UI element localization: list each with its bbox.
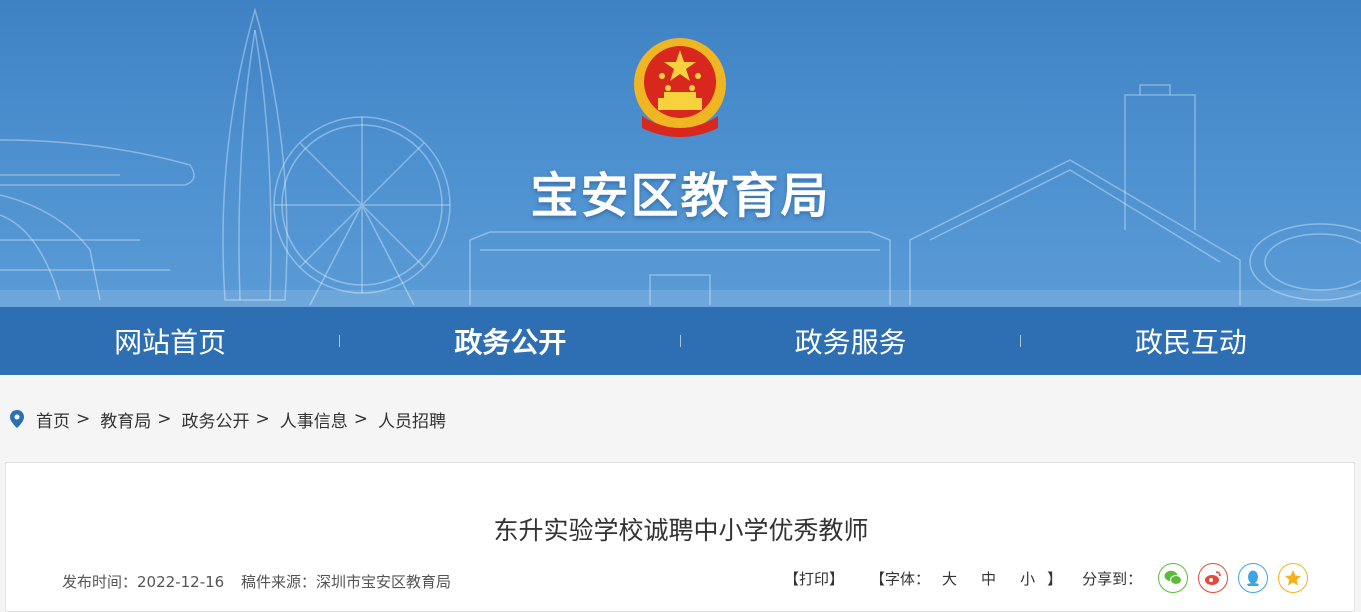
location-pin-icon [10,410,24,428]
weibo-icon [1205,571,1221,585]
nav-item-government-affairs[interactable]: 政务公开 [340,307,681,375]
nav-item-home[interactable]: 网站首页 [0,307,341,375]
source-label: 稿件来源： [240,573,316,591]
header-banner: 宝安区教育局 [0,0,1361,307]
nav-item-interaction[interactable]: 政民互动 [1021,307,1361,375]
site-title: 宝安区教育局 [530,168,831,224]
breadcrumb-personnel-info[interactable]: 人事信息 [280,407,348,432]
article-meta: 发布时间：2022-12-16 稿件来源：深圳市宝安区教育局 [62,571,463,592]
breadcrumb-home[interactable]: 首页 [36,407,70,432]
article-title: 东升实验学校诚聘中小学优秀教师 [493,516,869,545]
article-tools: 【打印】 【字体： 大 中 小 】 分享到： [784,563,1318,593]
nav-item-label: 政务公开 [454,326,567,359]
source: 深圳市宝安区教育局 [316,573,452,591]
print-button[interactable]: 【打印】 [784,568,844,589]
breadcrumb-separator: > [76,409,91,429]
share-qzone-button[interactable] [1278,563,1309,593]
nav-item-label: 政务服务 [794,326,907,359]
wechat-icon [1164,570,1183,585]
font-small-button[interactable]: 小 [1020,568,1035,589]
share-label: 分享到： [1082,569,1143,588]
qzone-icon [1285,570,1302,586]
national-emblem-icon [634,38,726,137]
share-wechat-button[interactable] [1158,563,1189,593]
nav-item-services[interactable]: 政务服务 [681,307,1021,375]
breadcrumb-government-affairs[interactable]: 政务公开 [182,407,250,432]
publish-date-label: 发布时间： [62,573,138,591]
qq-icon [1247,570,1260,586]
nav-item-label: 政民互动 [1134,326,1247,359]
breadcrumb-separator: > [157,409,172,429]
breadcrumb: 首页 > 教育局 > 政务公开 > 人事信息 > 人员招聘 [0,376,1361,462]
share-qq-button[interactable] [1238,563,1269,593]
breadcrumb-separator: > [353,409,368,429]
main-nav: 网站首页 政务公开 政务服务 政民互动 [0,307,1361,375]
breadcrumb-recruitment[interactable]: 人员招聘 [378,407,446,432]
font-size-label: 【字体： [870,569,931,588]
nav-item-label: 网站首页 [114,326,227,359]
breadcrumb-separator: > [255,409,270,429]
publish-date: 2022-12-16 [137,573,225,591]
font-size-suffix: 】 [1047,569,1063,588]
article-panel: 东升实验学校诚聘中小学优秀教师 发布时间：2022-12-16 稿件来源：深圳市… [5,462,1355,612]
share-weibo-button[interactable] [1198,563,1229,593]
font-medium-button[interactable]: 中 [981,568,996,589]
breadcrumb-bureau[interactable]: 教育局 [100,407,151,432]
font-large-button[interactable]: 大 [942,568,957,589]
